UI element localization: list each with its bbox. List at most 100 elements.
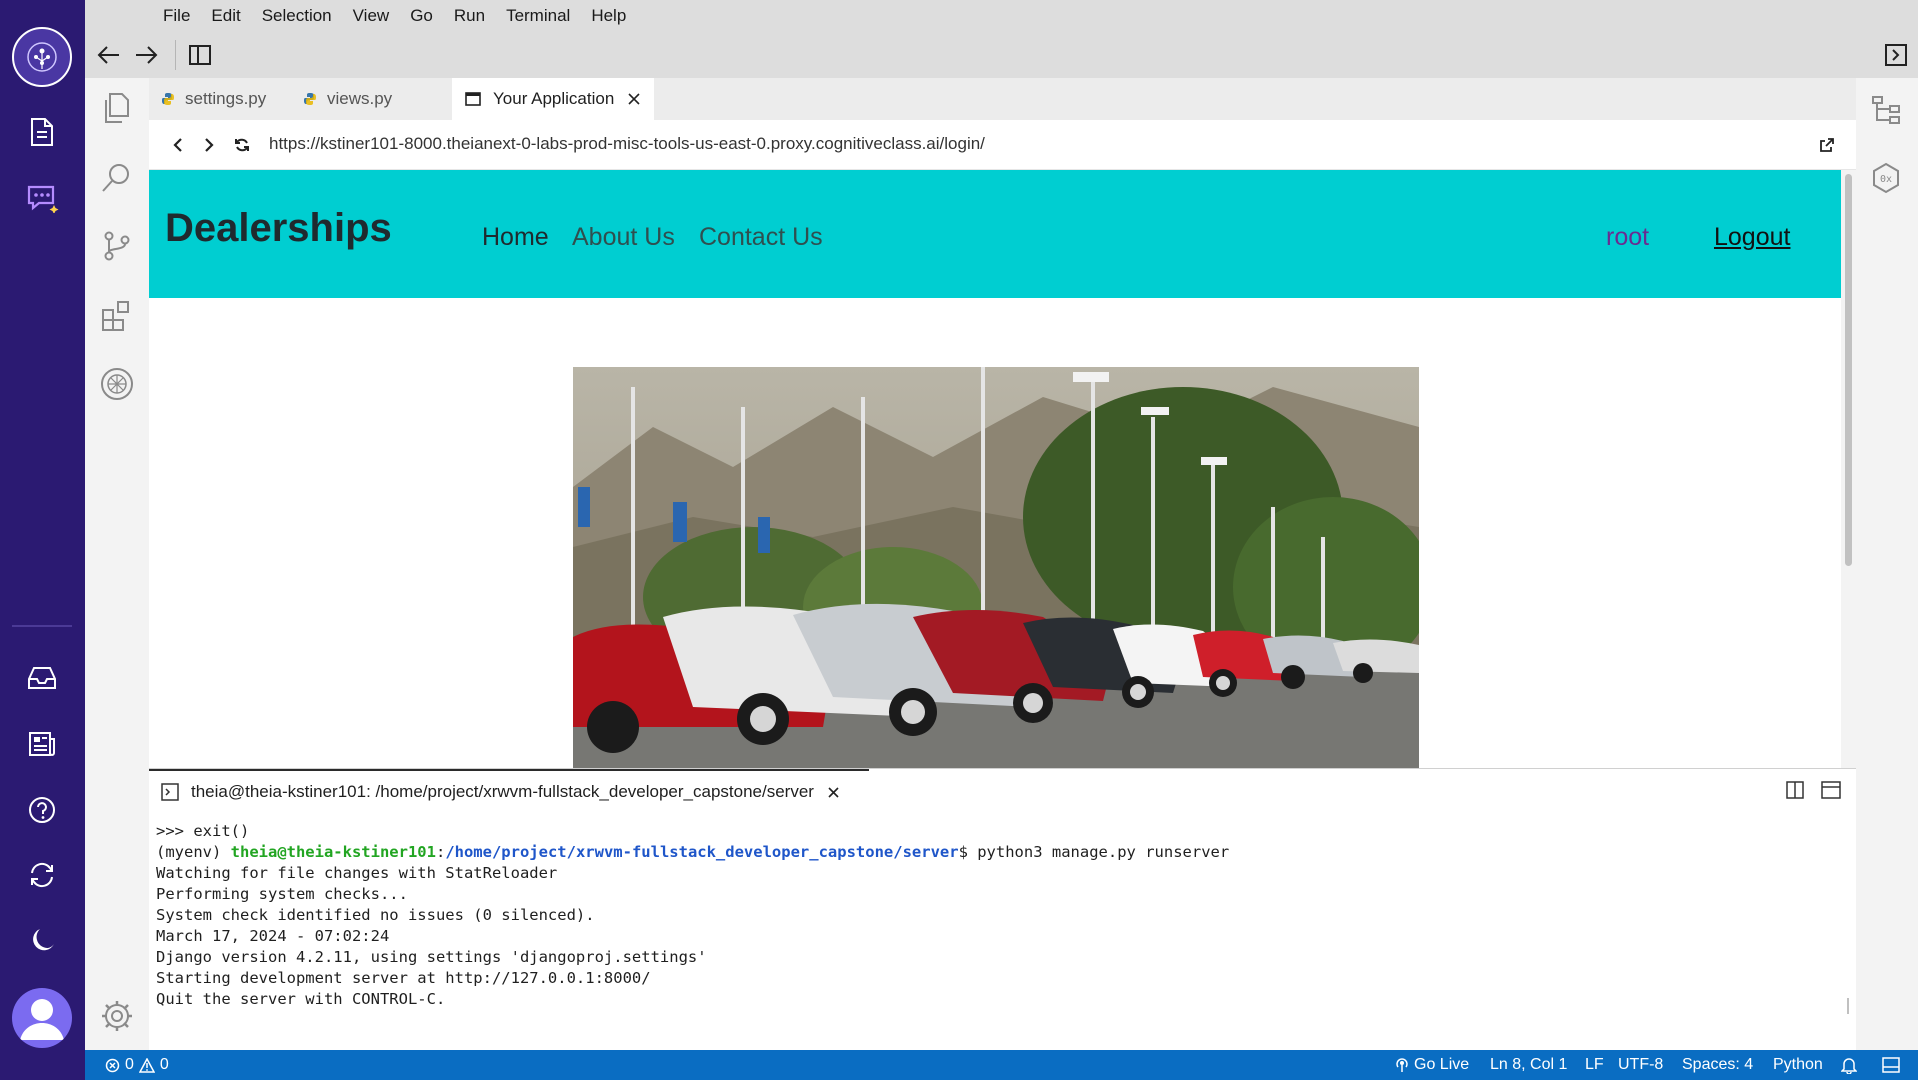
prompt-env: (myenv) (156, 843, 231, 861)
maximize-panel-icon[interactable] (1821, 781, 1841, 799)
cursor-position[interactable]: Ln 8, Col 1 (1490, 1056, 1567, 1074)
left-rail (0, 0, 85, 1080)
encoding[interactable]: UTF-8 (1618, 1056, 1663, 1074)
terminal-scrollbar[interactable] (1847, 998, 1849, 1014)
language-mode[interactable]: Python (1773, 1056, 1823, 1074)
moon-icon[interactable] (20, 918, 64, 962)
tab-label: Your Application (493, 89, 615, 108)
split-terminal-icon[interactable] (1786, 781, 1804, 799)
toggle-right-panel-icon[interactable] (1884, 43, 1908, 67)
indentation[interactable]: Spaces: 4 (1682, 1056, 1753, 1074)
explorer-icon[interactable] (99, 90, 135, 126)
tab-label: views.py (327, 89, 393, 108)
go-live-label: Go Live (1414, 1056, 1470, 1073)
extensions-icon[interactable] (99, 298, 135, 334)
scrollbar-thumb[interactable] (1845, 174, 1852, 566)
logo-icon[interactable] (12, 27, 72, 87)
terminal-line: March 17, 2024 - 07:02:24 (156, 927, 390, 945)
terminal-line: Starting development server at http://12… (156, 969, 651, 987)
ai-chat-icon[interactable] (20, 176, 64, 220)
tab-views-py[interactable]: views.py (291, 78, 431, 120)
secondary-side-bar: 0x (1856, 78, 1918, 1050)
menu-file[interactable]: File (163, 6, 190, 26)
news-icon[interactable] (20, 722, 64, 766)
toolbar-divider (175, 40, 176, 70)
logout-link[interactable]: Logout (1714, 223, 1790, 252)
menu-edit[interactable]: Edit (211, 6, 240, 26)
menu-help[interactable]: Help (591, 6, 626, 26)
nav-home[interactable]: Home (482, 223, 549, 252)
terminal-line: Django version 4.2.11, using settings 'd… (156, 948, 707, 966)
error-count: 0 (125, 1056, 134, 1073)
notifications-bell-icon[interactable] (1841, 1057, 1857, 1074)
reload-icon[interactable] (234, 137, 250, 153)
close-tab-icon[interactable] (627, 92, 641, 106)
back-arrow-icon[interactable] (97, 44, 121, 66)
menu-view[interactable]: View (353, 6, 390, 26)
terminal-line: Performing system checks... (156, 885, 408, 903)
settings-gear-icon[interactable] (99, 998, 135, 1034)
site-navbar: Dealerships Home About Us Contact Us roo… (149, 170, 1841, 298)
warning-count: 0 (159, 1056, 169, 1073)
close-terminal-icon[interactable] (827, 786, 840, 799)
site-brand[interactable]: Dealerships (165, 206, 392, 251)
terminal-line: System check identified no issues (0 sil… (156, 906, 595, 924)
warning-icon (138, 1057, 155, 1073)
username-link[interactable]: root (1606, 223, 1649, 252)
tab-your-application[interactable]: Your Application (452, 78, 654, 120)
forward-arrow-icon[interactable] (134, 44, 158, 66)
menu-go[interactable]: Go (410, 6, 433, 26)
inbox-icon[interactable] (20, 656, 64, 700)
skills-network-icon[interactable] (99, 366, 135, 402)
python-icon (304, 93, 316, 105)
hex-debug-icon[interactable]: 0x (1870, 162, 1902, 194)
rail-divider (12, 625, 72, 627)
tab-label: settings.py (185, 89, 267, 108)
browser-url-bar: https://kstiner101-8000.theianext-0-labs… (149, 120, 1856, 170)
source-control-icon[interactable] (99, 228, 135, 264)
toggle-panel-icon[interactable] (1882, 1057, 1900, 1073)
terminal-line: >>> exit() (156, 822, 250, 840)
dealership-hero-image (573, 367, 1419, 768)
problems-indicator[interactable]: 0 0 (105, 1056, 169, 1074)
svg-text:0x: 0x (1880, 174, 1892, 185)
search-icon[interactable] (99, 160, 135, 196)
terminal-tab-title: theia@theia-kstiner101: /home/project/xr… (191, 782, 814, 801)
url-field[interactable]: https://kstiner101-8000.theianext-0-labs… (269, 134, 985, 154)
browser-forward-icon[interactable] (203, 137, 215, 153)
browser-icon (465, 92, 481, 106)
activity-bar (85, 78, 149, 1050)
help-icon[interactable] (20, 788, 64, 832)
web-page-scrollbar[interactable] (1841, 170, 1856, 768)
prompt-user: theia@theia-kstiner101 (230, 843, 436, 861)
end-of-line[interactable]: LF (1585, 1056, 1604, 1074)
terminal-icon (161, 783, 179, 801)
terminal-tab[interactable]: theia@theia-kstiner101: /home/project/xr… (149, 769, 869, 813)
terminal-output[interactable]: >>> exit() (myenv) theia@theia-kstiner101… (149, 812, 1856, 1050)
tab-settings-py[interactable]: settings.py (149, 78, 275, 120)
sync-icon[interactable] (20, 853, 64, 897)
menu-selection[interactable]: Selection (262, 6, 332, 26)
user-avatar-icon[interactable] (12, 988, 72, 1048)
menu-bar: File Edit Selection View Go Run Terminal… (85, 0, 1918, 32)
editor-tab-bar: settings.py views.py Your Application (149, 78, 1856, 120)
menu-terminal[interactable]: Terminal (506, 6, 570, 26)
terminal-line: Quit the server with CONTROL-C. (156, 990, 446, 1008)
outline-icon[interactable] (1870, 94, 1902, 126)
toolbar (85, 32, 1918, 78)
terminal-tab-bar: theia@theia-kstiner101: /home/project/xr… (149, 768, 1856, 812)
terminal-prompt-line: (myenv) theia@theia-kstiner101:/home/pro… (156, 842, 1849, 863)
web-page: Dealerships Home About Us Contact Us roo… (149, 170, 1841, 768)
error-icon (105, 1058, 120, 1072)
nav-contact-us[interactable]: Contact Us (699, 223, 823, 252)
document-icon[interactable] (20, 110, 64, 154)
python-icon (162, 93, 174, 105)
toggle-sidebar-icon[interactable] (188, 43, 212, 67)
prompt-separator: : (435, 843, 446, 861)
go-live-button[interactable]: Go Live (1395, 1056, 1469, 1074)
nav-about-us[interactable]: About Us (572, 223, 675, 252)
browser-back-icon[interactable] (172, 137, 184, 153)
prompt-command: $ python3 manage.py runserver (958, 843, 1230, 861)
open-external-icon[interactable] (1819, 137, 1835, 153)
menu-run[interactable]: Run (454, 6, 485, 26)
